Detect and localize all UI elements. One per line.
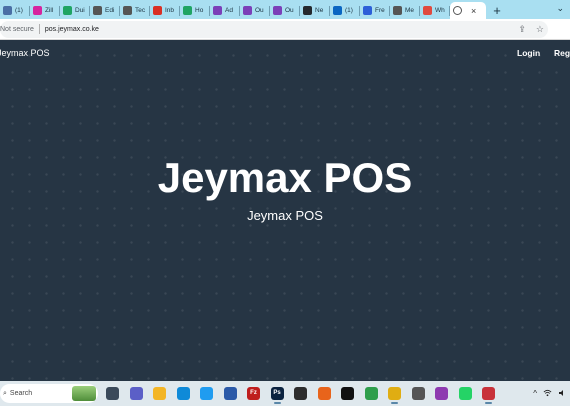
- search-highlight-image: [72, 386, 96, 401]
- browser-tab-title: (1): [345, 7, 353, 14]
- browser-tab-title: Tec: [135, 7, 146, 14]
- virtualbox-icon[interactable]: [223, 387, 237, 400]
- hero-subtitle: Jeymax POS: [247, 208, 323, 223]
- wifi-icon[interactable]: [543, 389, 552, 399]
- browser-tab[interactable]: Zill: [30, 2, 60, 19]
- volume-icon[interactable]: [558, 389, 566, 399]
- browser-tab[interactable]: Fre: [360, 2, 390, 19]
- globe-icon: [453, 6, 462, 15]
- browser-tab-title: Ou: [285, 7, 294, 14]
- browser-tab[interactable]: Wh: [420, 2, 450, 19]
- snipping-tool-icon[interactable]: [482, 387, 495, 404]
- generic-tab-icon: [3, 6, 12, 15]
- feather-icon: [93, 6, 102, 15]
- browser-tab-strip: (1) Zill Dui Edi Tec Inb Ho Ad Ou Ou Ne (1) Fre Me Wh ×…: [0, 0, 570, 19]
- puzzle-icon: [243, 6, 252, 15]
- tray-overflow-chevron-icon[interactable]: ^: [533, 389, 537, 398]
- feather-icon: [123, 6, 132, 15]
- browser-tab-title: Edi: [105, 7, 115, 14]
- link-icon: [423, 6, 432, 15]
- browser-tab[interactable]: (1): [330, 2, 360, 19]
- tab-menu-icon[interactable]: ⌄: [556, 3, 564, 14]
- sticky-notes-icon[interactable]: [411, 387, 425, 400]
- page-body: Jeymax POS Login Register Jeymax POS Jey…: [0, 41, 570, 381]
- browser-tab[interactable]: Inb: [150, 2, 180, 19]
- tiktok-icon[interactable]: [341, 387, 354, 400]
- browser-tab-title: Inb: [165, 7, 175, 14]
- browser-tab[interactable]: Ou: [270, 2, 300, 19]
- terminal-icon[interactable]: [294, 387, 307, 400]
- feather-icon: [393, 6, 402, 15]
- puzzle-icon: [213, 6, 222, 15]
- browser-tab[interactable]: Me: [390, 2, 420, 19]
- browser-tab-title: (1): [15, 7, 23, 14]
- whatsapp-icon[interactable]: [458, 387, 472, 400]
- browser-tab-title: Me: [405, 7, 415, 14]
- linkedin-icon: [333, 6, 342, 15]
- app-c-icon[interactable]: [435, 387, 448, 400]
- puzzle-icon: [273, 6, 282, 15]
- nav-register-link[interactable]: Register: [554, 48, 570, 58]
- browser-tab-title: Ne: [315, 7, 324, 14]
- share-icon[interactable]: ⇪: [518, 24, 526, 35]
- search-icon: ⌕: [3, 389, 7, 397]
- omnibox-divider: [38, 24, 40, 34]
- task-view-icon[interactable]: [106, 387, 119, 400]
- browser-tab-active[interactable]: ×: [450, 2, 486, 19]
- star-icon[interactable]: ☆: [536, 24, 544, 35]
- browser-tab[interactable]: Ad: [210, 2, 240, 19]
- pencil-app-icon[interactable]: [364, 387, 378, 400]
- drive-icon: [63, 6, 72, 15]
- browser-tab[interactable]: (1): [0, 2, 30, 19]
- browser-tab[interactable]: Ho: [180, 2, 210, 19]
- teams-chat-icon[interactable]: [129, 387, 143, 400]
- file-explorer-icon[interactable]: [153, 387, 166, 400]
- nav-login-link[interactable]: Login: [517, 48, 540, 58]
- browser-tab-title: Ad: [225, 7, 233, 14]
- browser-tab[interactable]: Dui: [60, 2, 90, 19]
- brand-link[interactable]: Jeymax POS: [0, 48, 50, 58]
- site-navbar: Jeymax POS Login Register: [0, 41, 570, 67]
- browser-tab-title: Zill: [45, 7, 54, 14]
- browser-tab-title: Ho: [195, 7, 204, 14]
- new-tab-button[interactable]: +: [486, 2, 508, 19]
- taskbar-search-box[interactable]: ⌕ Search: [0, 384, 98, 403]
- browser-tab[interactable]: Ne: [300, 2, 330, 19]
- browser-tab-title: Fre: [375, 7, 385, 14]
- browser-tab-title: Dui: [75, 7, 85, 14]
- filezilla-icon[interactable]: Fz: [247, 387, 260, 400]
- browser-tab-title: Ou: [255, 7, 264, 14]
- edge-icon[interactable]: [176, 387, 190, 400]
- windows-taskbar: ⌕ Search ^ Fz Ps: [0, 381, 570, 406]
- browser-tab[interactable]: Ou: [240, 2, 270, 19]
- chrome-icon[interactable]: [388, 387, 401, 404]
- omnibox[interactable]: Not secure pos.jeymax.co.ke ⇪ ☆: [0, 20, 548, 38]
- browser-tab[interactable]: Tec: [120, 2, 150, 19]
- address-bar: Not secure pos.jeymax.co.ke ⇪ ☆: [0, 19, 570, 40]
- system-tray: ^: [533, 381, 570, 406]
- security-indicator[interactable]: Not secure: [0, 26, 34, 33]
- hero-title: Jeymax POS: [157, 154, 413, 201]
- photoshop-icon[interactable]: Ps: [270, 387, 284, 404]
- instagram-icon: [33, 6, 42, 15]
- drive-icon: [183, 6, 192, 15]
- browser-tab[interactable]: Edi: [90, 2, 120, 19]
- vscode-icon[interactable]: [200, 387, 213, 400]
- url-text[interactable]: pos.jeymax.co.ke: [45, 26, 99, 33]
- form-icon: [363, 6, 372, 15]
- firefox-icon[interactable]: [317, 387, 331, 400]
- search-placeholder: Search: [9, 390, 33, 397]
- close-tab-icon[interactable]: ×: [471, 6, 476, 16]
- gmail-icon: [153, 6, 162, 15]
- browser-tab-title: Wh: [435, 7, 445, 14]
- github-icon: [303, 6, 312, 15]
